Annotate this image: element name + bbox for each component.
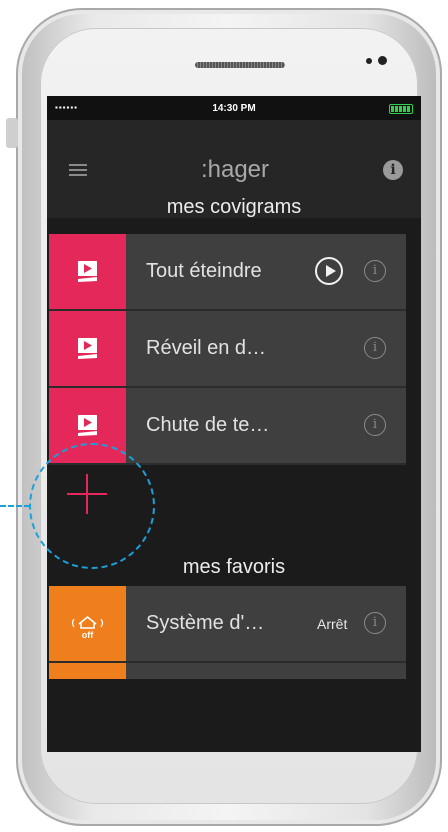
app-screen: ▪▪▪▪▪▪ 14:30 PM :hager i mes covigrams T… bbox=[47, 96, 421, 752]
favorite-state: Arrêt bbox=[317, 616, 348, 632]
scenario-icon bbox=[78, 338, 97, 359]
highlight-circle bbox=[29, 443, 155, 569]
phone-side-button bbox=[6, 118, 18, 148]
status-time: 14:30 PM bbox=[212, 103, 256, 114]
favorite-label: Système d'… bbox=[146, 612, 265, 634]
phone-camera bbox=[378, 56, 387, 65]
phone-sensor bbox=[366, 58, 372, 64]
covigram-tile bbox=[49, 311, 126, 386]
covigrams-title: mes covigrams bbox=[166, 196, 302, 218]
favorite-tile: off bbox=[49, 586, 126, 661]
alarm-off-icon: off bbox=[71, 615, 104, 640]
favorite-row[interactable]: off Système d'… Arrêt i bbox=[49, 586, 406, 663]
info-icon[interactable]: i bbox=[383, 160, 403, 180]
covigram-label: Réveil en d… bbox=[146, 337, 267, 359]
menu-icon[interactable] bbox=[69, 164, 87, 176]
info-icon[interactable]: i bbox=[364, 612, 386, 634]
off-badge: off bbox=[82, 630, 94, 640]
favorite-row-partial bbox=[49, 663, 406, 679]
favorite-tile-partial bbox=[49, 663, 126, 679]
battery-icon bbox=[389, 104, 413, 114]
app-header: :hager i mes covigrams bbox=[47, 120, 421, 218]
info-icon[interactable]: i bbox=[364, 260, 386, 282]
covigram-tile bbox=[49, 234, 126, 309]
highlight-pointer bbox=[0, 505, 30, 507]
scenario-icon bbox=[78, 261, 97, 282]
covigram-label: Chute de te… bbox=[146, 414, 270, 436]
info-icon[interactable]: i bbox=[364, 337, 386, 359]
covigram-row[interactable]: Réveil en d… i bbox=[49, 311, 406, 388]
play-icon[interactable] bbox=[315, 257, 343, 285]
hager-logo: :hager bbox=[200, 156, 270, 183]
covigram-label: Tout éteindre bbox=[146, 260, 262, 282]
phone-speaker bbox=[195, 62, 285, 68]
info-icon[interactable]: i bbox=[364, 414, 386, 436]
covigram-row[interactable]: Tout éteindre i bbox=[49, 234, 406, 311]
status-bar: ▪▪▪▪▪▪ 14:30 PM bbox=[47, 96, 421, 120]
